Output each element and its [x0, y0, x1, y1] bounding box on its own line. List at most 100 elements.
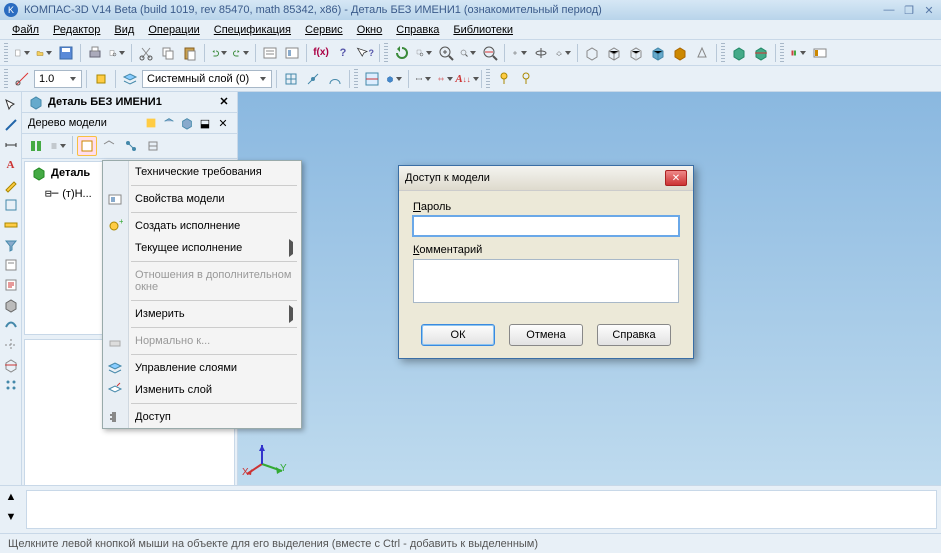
ok-button[interactable]: ОК — [421, 324, 495, 346]
op2-button[interactable] — [303, 69, 323, 89]
op1-button[interactable] — [281, 69, 301, 89]
orient-button[interactable] — [553, 43, 573, 63]
tool-aux-icon[interactable] — [2, 336, 20, 354]
tree-btn-2[interactable] — [48, 136, 68, 156]
edit1-button[interactable] — [362, 69, 382, 89]
properties-button[interactable] — [260, 43, 280, 63]
toolbar-grip[interactable] — [721, 43, 725, 63]
tool-line-icon[interactable] — [2, 116, 20, 134]
libs-button[interactable] — [788, 43, 808, 63]
tool-body-icon[interactable] — [2, 296, 20, 314]
undo-button[interactable] — [209, 43, 229, 63]
tool-text-icon[interactable]: A — [2, 156, 20, 174]
shaded-button[interactable] — [670, 43, 690, 63]
layer-select[interactable]: Системный слой (0) — [142, 70, 272, 88]
tree-btn-5[interactable] — [121, 136, 141, 156]
zoom-in-button[interactable] — [436, 43, 456, 63]
menu-tech-req[interactable]: Технические требования — [103, 161, 301, 183]
toolbar-grip[interactable] — [354, 69, 358, 89]
properties2-button[interactable] — [282, 43, 302, 63]
dim2-button[interactable] — [435, 69, 455, 89]
toolbar-grip[interactable] — [780, 43, 784, 63]
tool-filter-icon[interactable] — [2, 236, 20, 254]
tool-report-icon[interactable] — [2, 276, 20, 294]
tool-measure-icon[interactable] — [2, 216, 20, 234]
lib-mgr-button[interactable] — [810, 43, 830, 63]
preview-button[interactable] — [107, 43, 127, 63]
maximize-button[interactable]: ❐ — [901, 3, 917, 17]
zoom-window-button[interactable] — [414, 43, 434, 63]
menu-service[interactable]: Сервис — [299, 22, 349, 38]
toolbar-grip[interactable] — [4, 69, 8, 89]
help-button[interactable]: ? — [333, 43, 353, 63]
whatsthis-button[interactable]: ? — [355, 43, 375, 63]
minimize-button[interactable]: ― — [881, 3, 897, 17]
tree-btn-3[interactable] — [77, 136, 97, 156]
toolbar-grip[interactable] — [4, 43, 8, 63]
menu-spec[interactable]: Спецификация — [208, 22, 297, 38]
zoom-prev-button[interactable] — [480, 43, 500, 63]
password-input[interactable] — [413, 216, 679, 236]
menu-change-layer[interactable]: Изменить слой — [103, 379, 301, 401]
hidden-dim-button[interactable] — [626, 43, 646, 63]
menu-file[interactable]: Файл — [6, 22, 45, 38]
ortho-button[interactable] — [12, 69, 32, 89]
dialog-titlebar[interactable]: Доступ к модели ✕ — [399, 166, 693, 191]
menu-window[interactable]: Окно — [351, 22, 389, 38]
redo-button[interactable] — [231, 43, 251, 63]
tool-edit-icon[interactable] — [2, 176, 20, 194]
tool-surf-icon[interactable] — [2, 316, 20, 334]
section-button[interactable] — [751, 43, 771, 63]
rotate-button[interactable] — [531, 43, 551, 63]
tool-3d-icon[interactable] — [2, 356, 20, 374]
close-tab-icon[interactable]: ✕ — [217, 95, 231, 109]
bp-tool-down[interactable]: ▼ — [2, 508, 20, 526]
tree-btn-1[interactable] — [26, 136, 46, 156]
tree-tool-3[interactable] — [179, 115, 195, 131]
shaded-wire-button[interactable] — [648, 43, 668, 63]
tool-array-icon[interactable] — [2, 376, 20, 394]
tree-tool-1[interactable] — [143, 115, 159, 131]
help-button[interactable]: Справка — [597, 324, 671, 346]
edit2-button[interactable] — [384, 69, 404, 89]
menu-edit[interactable]: Редактор — [47, 22, 106, 38]
menu-measure[interactable]: Измерить — [103, 303, 301, 325]
tool-param-icon[interactable] — [2, 196, 20, 214]
marker-button[interactable] — [494, 69, 514, 89]
paste-button[interactable] — [180, 43, 200, 63]
dim1-button[interactable] — [413, 69, 433, 89]
menu-current-exec[interactable]: Текущее исполнение — [103, 237, 301, 259]
tool-spec-icon[interactable] — [2, 256, 20, 274]
menu-help[interactable]: Справка — [390, 22, 445, 38]
menu-view[interactable]: Вид — [108, 22, 140, 38]
tree-tool-2[interactable] — [161, 115, 177, 131]
tree-close-icon[interactable]: ✕ — [215, 115, 231, 131]
tree-btn-4[interactable] — [99, 136, 119, 156]
new-doc-button[interactable] — [12, 43, 32, 63]
menu-libs[interactable]: Библиотеки — [447, 22, 519, 38]
variables-button[interactable]: f(x) — [311, 43, 331, 63]
cut-button[interactable] — [136, 43, 156, 63]
print-button[interactable] — [85, 43, 105, 63]
hidden-button[interactable] — [604, 43, 624, 63]
document-tab[interactable]: Деталь БЕЗ ИМЕНИ1 ✕ — [22, 92, 237, 113]
tree-pin-icon[interactable]: ⬓ — [197, 115, 213, 131]
op3-button[interactable] — [325, 69, 345, 89]
copy-button[interactable] — [158, 43, 178, 63]
menu-create-exec[interactable]: +Создать исполнение — [103, 215, 301, 237]
comment-textarea[interactable] — [413, 259, 679, 303]
snap-toggle[interactable] — [91, 69, 111, 89]
menu-access[interactable]: Доступ — [103, 406, 301, 428]
toolbar-grip[interactable] — [486, 69, 490, 89]
dialog-close-button[interactable]: ✕ — [665, 170, 687, 186]
menu-layer-mgmt[interactable]: Управление слоями — [103, 357, 301, 379]
close-window-button[interactable]: ✕ — [921, 3, 937, 17]
refresh-button[interactable] — [392, 43, 412, 63]
marker2-button[interactable] — [516, 69, 536, 89]
pan-button[interactable] — [509, 43, 529, 63]
menu-model-props[interactable]: Свойства модели — [103, 188, 301, 210]
tool-select-icon[interactable] — [2, 96, 20, 114]
wireframe-button[interactable] — [582, 43, 602, 63]
zoom-fit-button[interactable] — [458, 43, 478, 63]
open-button[interactable] — [34, 43, 54, 63]
